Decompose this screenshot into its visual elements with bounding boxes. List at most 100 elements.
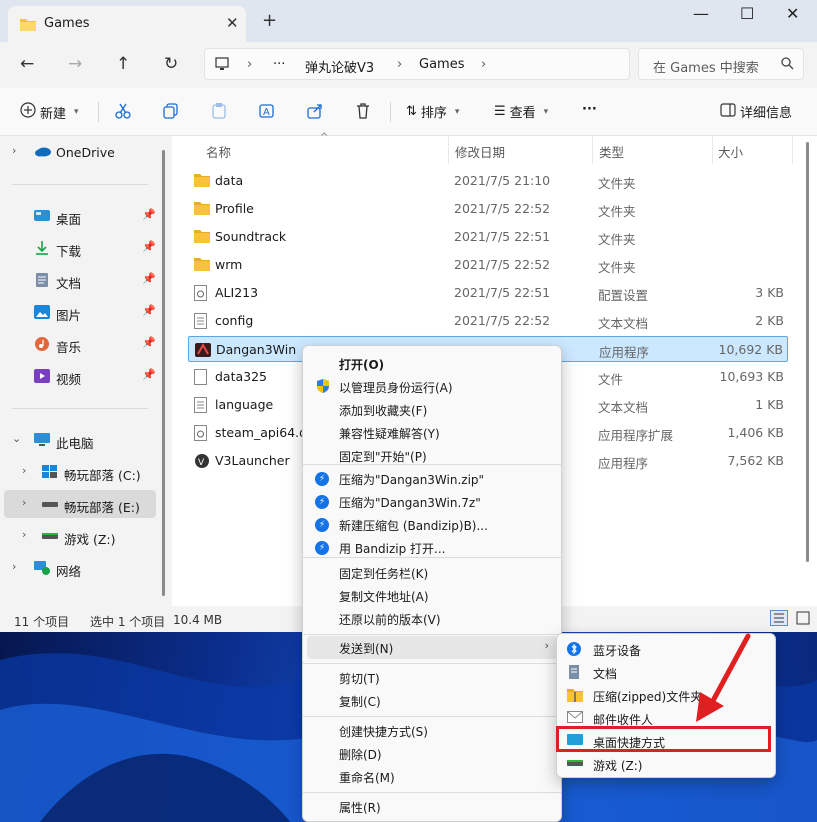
sidebar-item-drive-e[interactable]: › 畅玩部落 (E:) <box>4 490 156 518</box>
menu-item[interactable]: 兼容性疑难解答(Y) <box>307 421 557 444</box>
file-row[interactable]: Soundtrack 2021/7/5 22:51 文件夹 <box>188 224 788 250</box>
sidebar-item-label: 游戏 (Z:) <box>64 532 116 547</box>
menu-item[interactable]: 以管理员身份运行(A) <box>307 375 557 398</box>
minimize-button[interactable]: — <box>693 4 709 23</box>
menu-item-create-shortcut[interactable]: 创建快捷方式(S) <box>307 719 557 742</box>
breadcrumb-item[interactable]: Games <box>419 57 464 72</box>
up-arrow-icon[interactable]: ↑ <box>116 54 130 74</box>
column-header-type[interactable]: 类型 <box>599 142 624 161</box>
shield-icon <box>315 378 331 397</box>
details-button[interactable]: 详细信息 <box>720 102 792 121</box>
folder-icon <box>194 201 210 218</box>
menu-item[interactable]: 固定到任务栏(K) <box>307 561 557 584</box>
music-icon <box>34 337 50 351</box>
sidebar-item-desktop[interactable]: 桌面 📌 <box>0 202 165 230</box>
details-view-icon[interactable] <box>770 610 788 629</box>
tab-games[interactable]: Games ✕ <box>8 6 246 42</box>
file-row[interactable]: wrm 2021/7/5 22:52 文件夹 <box>188 252 788 278</box>
back-arrow-icon[interactable]: ← <box>20 54 34 74</box>
tiles-view-icon[interactable] <box>796 611 810 628</box>
search-placeholder: 在 Games 中搜索 <box>653 61 759 76</box>
windows-drive-icon <box>42 465 58 479</box>
sidebar-item-onedrive[interactable]: › OneDrive <box>0 138 165 166</box>
breadcrumb-more[interactable]: ··· <box>273 57 285 72</box>
forward-arrow-icon[interactable]: → <box>68 54 82 74</box>
tab-title: Games <box>44 16 90 31</box>
search-input[interactable]: 在 Games 中搜索 <box>638 48 804 80</box>
file-row[interactable]: data 2021/7/5 21:10 文件夹 <box>188 168 788 194</box>
menu-item[interactable]: 添加到收藏夹(F) <box>307 398 557 421</box>
download-icon <box>34 241 50 255</box>
menu-item[interactable]: 打开(O) <box>307 352 557 375</box>
app-icon <box>195 342 211 361</box>
tab-close-icon[interactable]: ✕ <box>226 14 239 32</box>
chevron-right-icon: › <box>22 496 27 509</box>
menu-item[interactable]: 还原以前的版本(V) <box>307 607 557 630</box>
sidebar-item-this-pc[interactable]: ⌄ 此电脑 <box>0 426 165 454</box>
video-icon <box>34 369 50 383</box>
file-size: 2 KB <box>755 313 784 328</box>
sidebar-item-drive-z[interactable]: › 游戏 (Z:) <box>0 522 165 550</box>
menu-item-rename[interactable]: 重命名(M) <box>307 765 557 788</box>
menu-item[interactable]: ⚡ 新建压缩包 (Bandizip)B)... <box>307 513 557 536</box>
column-header-size[interactable]: 大小 <box>718 142 743 161</box>
close-button[interactable]: ✕ <box>786 4 799 23</box>
menu-item-send-to[interactable]: 发送到(N) › <box>307 636 557 659</box>
menu-item-cut[interactable]: 剪切(T) <box>307 666 557 689</box>
file-row[interactable]: ALI213 2021/7/5 22:51 配置设置 3 KB <box>188 280 788 306</box>
file-name: language <box>215 397 274 412</box>
drive-icon <box>567 757 583 772</box>
sidebar-item-music[interactable]: 音乐 📌 <box>0 330 165 358</box>
maximize-button[interactable]: ☐ <box>740 4 754 23</box>
sidebar-item-drive-c[interactable]: › 畅玩部落 (C:) <box>0 458 165 486</box>
new-tab-button[interactable]: + <box>262 10 277 31</box>
column-header-date[interactable]: 修改日期 <box>455 142 505 161</box>
delete-icon[interactable] <box>354 102 372 120</box>
address-bar[interactable]: › ··· 弹丸论破V3 › Games › <box>204 48 630 80</box>
sort-button[interactable]: ⇅ 排序 ▾ <box>406 102 459 121</box>
zip-folder-icon <box>567 688 583 705</box>
item-count: 11 个项目 <box>14 615 70 629</box>
menu-item[interactable]: ⚡ 压缩为"Dangan3Win.7z" <box>307 490 557 513</box>
chevron-right-icon: › <box>22 528 27 541</box>
sidebar-item-downloads[interactable]: 下载 📌 <box>0 234 165 262</box>
file-name: data325 <box>215 369 268 384</box>
menu-item-properties[interactable]: 属性(R) <box>307 795 557 818</box>
menu-item-copy[interactable]: 复制(C) <box>307 689 557 712</box>
file-row[interactable]: config 2021/7/5 22:52 文本文档 2 KB <box>188 308 788 334</box>
pin-icon: 📌 <box>142 336 156 349</box>
sidebar-item-network[interactable]: › 网络 <box>0 554 165 582</box>
rename-icon[interactable]: A <box>258 102 276 120</box>
more-options-button[interactable]: ··· <box>582 102 597 117</box>
menu-item-label: 用 Bandizip 打开... <box>339 542 446 556</box>
file-type: 文件夹 <box>598 204 636 219</box>
view-button[interactable]: ☰ 查看 ▾ <box>494 102 548 121</box>
menu-item-delete[interactable]: 删除(D) <box>307 742 557 765</box>
breadcrumb-item[interactable]: 弹丸论破V3 <box>305 57 374 76</box>
sidebar-item-videos[interactable]: 视频 📌 <box>0 362 165 390</box>
svg-text:A: A <box>263 107 270 118</box>
file-list-scrollbar[interactable] <box>806 142 809 562</box>
paste-icon[interactable] <box>210 102 228 120</box>
breadcrumb-chevron-icon: › <box>481 57 487 72</box>
menu-item[interactable]: ⚡ 压缩为"Dangan3Win.zip" <box>307 467 557 490</box>
send-to-item[interactable]: 游戏 (Z:) <box>561 753 773 776</box>
sidebar-scrollbar[interactable] <box>162 150 165 596</box>
share-icon[interactable] <box>306 102 324 120</box>
search-icon <box>781 57 794 73</box>
file-row[interactable]: Profile 2021/7/5 22:52 文件夹 <box>188 196 788 222</box>
cut-icon[interactable] <box>114 102 132 120</box>
column-header-name[interactable]: 名称 <box>206 142 231 161</box>
red-arrow-annotation <box>696 633 751 722</box>
copy-icon[interactable] <box>162 102 180 120</box>
sidebar-item-documents[interactable]: 文档 📌 <box>0 266 165 294</box>
file-type: 文件 <box>598 372 624 387</box>
new-button[interactable]: 新建 ▾ <box>20 102 79 122</box>
refresh-icon[interactable]: ↻ <box>164 54 178 74</box>
menu-item[interactable]: 复制文件地址(A) <box>307 584 557 607</box>
chevron-down-icon: ▾ <box>543 106 549 117</box>
file-type: 文件夹 <box>598 232 636 247</box>
menu-item[interactable]: ⚡ 用 Bandizip 打开... <box>307 536 557 559</box>
sidebar-item-label: 此电脑 <box>56 436 94 451</box>
sidebar-item-pictures[interactable]: 图片 📌 <box>0 298 165 326</box>
